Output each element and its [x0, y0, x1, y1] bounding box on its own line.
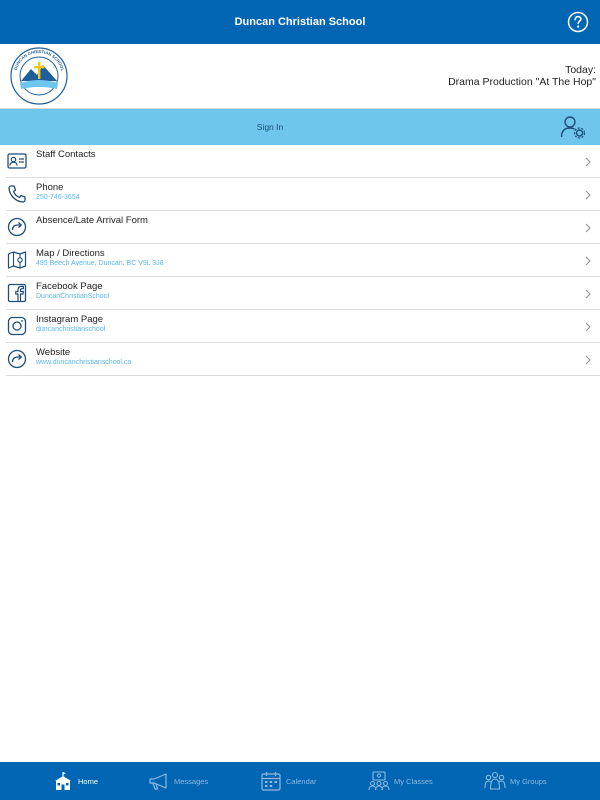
chevron-right-icon [585, 190, 591, 200]
facebook-handle: DuncanChristianSchool [36, 293, 110, 300]
list-item-website[interactable]: Website www.duncanchristianschool.ca [6, 343, 600, 376]
tab-label: Home [78, 776, 99, 786]
today-event[interactable]: Drama Production "At The Hop" [448, 76, 596, 88]
school-icon [55, 772, 71, 790]
groups-icon [484, 771, 506, 790]
list-item-map-directions[interactable]: Map / Directions 495 Beech Avenue, Dunca… [6, 244, 600, 277]
list-item-instagram[interactable]: Instagram Page duncanchristianschool [6, 310, 600, 343]
map-icon [7, 251, 27, 269]
chevron-right-icon [585, 289, 591, 299]
today-label: Today: [565, 64, 596, 76]
tab-home[interactable]: Home [52, 768, 98, 794]
sign-in-label[interactable]: Sign In [257, 122, 283, 132]
school-header: DUNCAN CHRISTIAN SCHOOL Today: Drama Pro… [0, 44, 600, 109]
chevron-right-icon [585, 157, 591, 167]
phone-number: 250-746-3654 [36, 194, 80, 201]
list-item-label: Phone [36, 182, 64, 193]
tab-label: My Groups [510, 776, 547, 786]
classes-icon [368, 771, 390, 791]
list-item-absence-form[interactable]: Absence/Late Arrival Form [6, 211, 600, 244]
list-item-label: Map / Directions [36, 248, 105, 259]
list-item-phone[interactable]: Phone 250-746-3654 [6, 178, 600, 211]
user-settings-icon[interactable] [560, 115, 586, 139]
tab-my-groups[interactable]: My Groups [484, 768, 547, 794]
app-title: Duncan Christian School [234, 16, 366, 28]
school-logo: DUNCAN CHRISTIAN SCHOOL [10, 47, 68, 105]
instagram-icon [7, 316, 27, 336]
arrow-circle-icon [7, 349, 27, 369]
list-item-label: Staff Contacts [36, 149, 96, 160]
address-text: 495 Beech Avenue, Duncan, BC V9L 3J8 [36, 260, 164, 267]
instagram-handle: duncanchristianschool [36, 326, 106, 333]
facebook-icon [7, 283, 27, 303]
phone-icon [8, 185, 26, 203]
sign-in-bar[interactable]: Sign In [0, 109, 600, 145]
today-info: Today: Drama Production "At The Hop" [448, 64, 596, 88]
chevron-right-icon [585, 256, 591, 266]
tab-calendar[interactable]: Calendar [260, 768, 316, 794]
tab-messages[interactable]: Messages [148, 768, 208, 794]
tab-label: Calendar [286, 776, 317, 786]
chevron-right-icon [585, 355, 591, 365]
top-bar: Duncan Christian School [0, 0, 600, 44]
tab-label: My Classes [394, 776, 433, 786]
bottom-tab-bar: Home Messages Calendar My Classes My Gro… [0, 762, 600, 800]
question-circle-icon[interactable] [567, 11, 589, 33]
arrow-circle-icon [7, 217, 27, 237]
list-item-label: Instagram Page [36, 314, 104, 325]
megaphone-icon [149, 773, 167, 790]
list-item-label: Facebook Page [36, 281, 103, 292]
list-item-facebook[interactable]: Facebook Page DuncanChristianSchool [6, 277, 600, 310]
list-item-staff-contacts[interactable]: Staff Contacts [6, 145, 600, 178]
home-menu-list: Staff Contacts Phone 250-746-3654 Absenc… [0, 145, 600, 376]
chevron-right-icon [585, 223, 591, 233]
calendar-icon [261, 772, 281, 791]
tab-label: Messages [174, 776, 209, 786]
tab-my-classes[interactable]: My Classes [368, 768, 433, 794]
contact-card-icon [7, 153, 27, 169]
list-item-label: Absence/Late Arrival Form [36, 215, 148, 226]
list-item-label: Website [36, 347, 71, 358]
website-url: www.duncanchristianschool.ca [36, 359, 132, 366]
chevron-right-icon [585, 322, 591, 332]
